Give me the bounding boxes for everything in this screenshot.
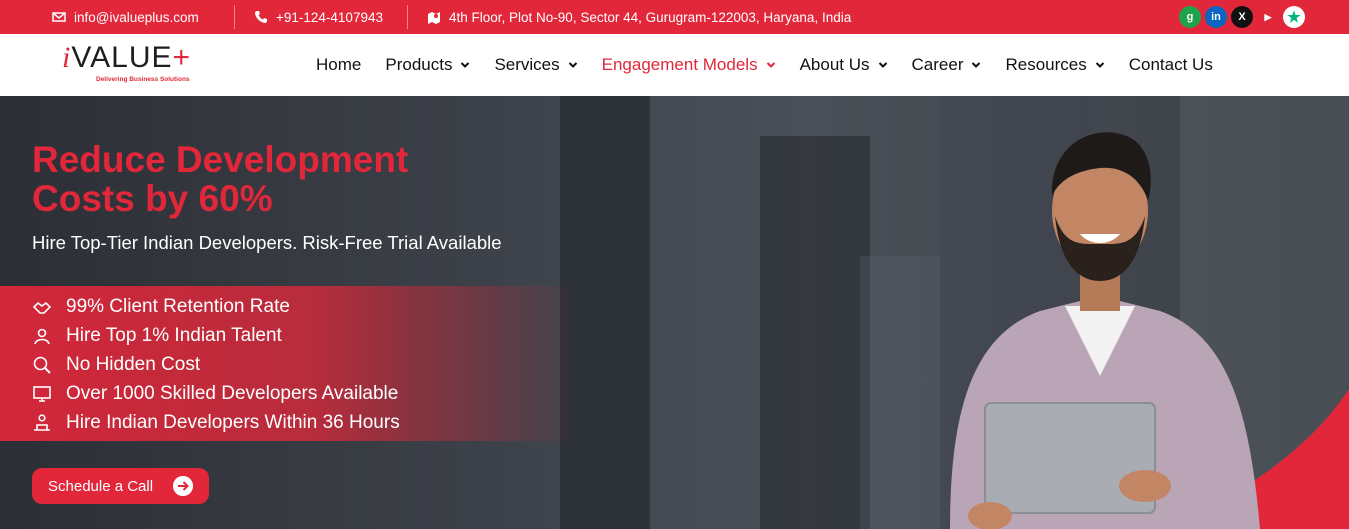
hero-subtitle: Hire Top-Tier Indian Developers. Risk-Fr… — [32, 232, 502, 253]
map-location-icon — [428, 12, 440, 24]
building-shape — [650, 96, 710, 529]
email-text: info@ivalueplus.com — [74, 9, 199, 25]
youtube-icon[interactable]: ▶ — [1257, 6, 1279, 28]
top-contact-bar: info@ivalueplus.com +91-124-4107943 4th … — [0, 0, 1349, 34]
hero-banner: Reduce Development Costs by 60% Hire Top… — [0, 96, 1349, 529]
developer-desk-icon — [34, 414, 50, 431]
talent-icon — [34, 328, 50, 345]
nav-about-us[interactable]: About Us — [800, 55, 888, 75]
glassdoor-icon[interactable]: g — [1179, 6, 1201, 28]
developer-screen-icon — [33, 386, 51, 402]
feature-item: Hire Top 1% Indian Talent — [32, 325, 282, 347]
x-icon[interactable]: X — [1231, 6, 1253, 28]
address-text: 4th Floor, Plot No-90, Sector 44, Gurugr… — [449, 9, 852, 25]
main-navigation: Home Products Services Engagement Models… — [316, 34, 1237, 96]
chevron-down-icon — [878, 62, 887, 68]
nav-contact-us[interactable]: Contact Us — [1129, 55, 1213, 75]
developer-person-image — [950, 132, 1260, 529]
feature-item: 99% Client Retention Rate — [32, 296, 290, 318]
arrow-right-icon — [173, 476, 193, 496]
nav-career[interactable]: Career — [912, 55, 982, 75]
logo-wordmark: iVALUE+ — [62, 41, 192, 74]
nav-products[interactable]: Products — [385, 55, 470, 75]
feature-item: No Hidden Cost — [32, 354, 200, 376]
nav-home[interactable]: Home — [316, 55, 361, 75]
phone-text: +91-124-4107943 — [276, 9, 383, 25]
divider — [407, 5, 408, 29]
chevron-down-icon — [766, 62, 775, 68]
nav-engagement-models[interactable]: Engagement Models — [602, 55, 776, 75]
chevron-down-icon — [461, 62, 470, 68]
building-shape — [860, 256, 940, 529]
social-links: g in X ▶ ★ — [1179, 6, 1305, 28]
chevron-down-icon — [1095, 62, 1104, 68]
phone-link[interactable]: +91-124-4107943 — [254, 0, 383, 34]
building-shape — [760, 136, 870, 529]
linkedin-icon[interactable]: in — [1205, 6, 1227, 28]
schedule-call-button[interactable]: Schedule a Call — [32, 468, 209, 504]
address-link[interactable]: 4th Floor, Plot No-90, Sector 44, Gurugr… — [427, 0, 851, 34]
schedule-call-label: Schedule a Call — [48, 477, 154, 495]
divider — [234, 5, 235, 29]
handshake-icon — [32, 301, 52, 314]
chevron-down-icon — [972, 62, 981, 68]
chevron-down-icon — [568, 62, 577, 68]
email-link[interactable]: info@ivalueplus.com — [52, 0, 199, 34]
nav-services[interactable]: Services — [494, 55, 577, 75]
search-cost-icon — [33, 356, 51, 374]
phone-icon — [255, 11, 267, 23]
trustpilot-icon[interactable]: ★ — [1283, 6, 1305, 28]
logo-tagline: Delivering Business Solutions — [96, 76, 190, 83]
feature-item: Hire Indian Developers Within 36 Hours — [32, 412, 400, 434]
site-header: iVALUE+ Delivering Business Solutions Ho… — [0, 34, 1349, 96]
nav-resources[interactable]: Resources — [1005, 55, 1104, 75]
ivalue-logo[interactable]: iVALUE+ Delivering Business Solutions — [62, 42, 232, 90]
feature-item: Over 1000 Skilled Developers Available — [32, 383, 398, 405]
mail-icon — [52, 12, 66, 22]
hero-title: Reduce Development Costs by 60% — [32, 139, 409, 219]
